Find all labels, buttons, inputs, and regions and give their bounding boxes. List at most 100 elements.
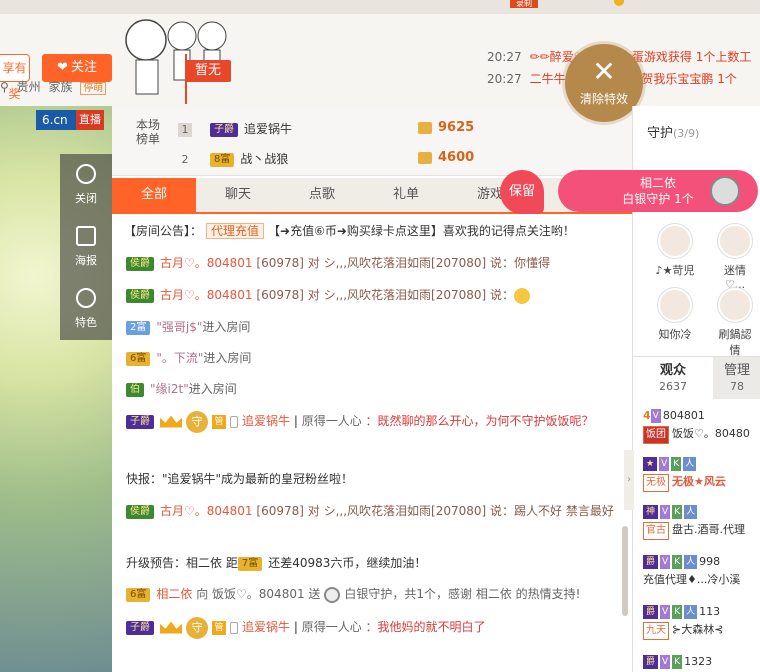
tab-song-request[interactable]: 点歌 [280,178,364,212]
audience-user[interactable]: 充值代理♦...冷小溪 [643,572,740,588]
audience-user[interactable]: 爵 V K 1323 [643,654,712,670]
announcement-text[interactable]: 【➜充值⑥币➜购买绿卡点这里】喜欢我的记得点关注哟！ [268,224,575,238]
chat-user[interactable]: 追爱锅牛 [242,620,290,634]
heart-icon: ❤ [57,60,68,75]
audience-user[interactable]: 爵 V K 人 113 [643,604,720,620]
guard-member[interactable]: ♪★苛児 [655,224,695,278]
chat-message: 伯 "缘i2t"进入房间 [126,378,626,400]
collapse-chevron-icon[interactable]: › [624,450,634,510]
audience-user[interactable]: 无极 无极★风云 [643,474,726,492]
silver-guard-banner[interactable]: 相二依 白银守护 1个 [558,170,758,212]
chat-text: 进入房间 [202,320,251,334]
user-badge: 侯爵 [126,288,154,303]
audience-user[interactable]: 官古 盘古.酒哥.代理 [643,522,745,540]
rank-name: 追爱锅牛 [244,122,293,136]
chat-user[interactable]: "。下流" [156,351,203,365]
gift-text: 白银守护，共1个，感谢 相二依 的热情支持! [344,587,581,601]
room-header: 享有奖 ❤ 关注 ⚲ 贵州 家族 停萌 暂无 20:27 ✏✏醉爱♡...玩砸金蛋游… [0,14,760,106]
upgrade-prefix: 升级预告：相二依 距 [126,556,238,570]
user-tag: 无极 [643,474,669,492]
tab-all[interactable]: 全部 [112,178,196,212]
agent-recharge-button[interactable]: 代理充值 [206,223,265,239]
audience-user[interactable]: 神VK人 [643,504,699,520]
gift-target: 向 饭饭♡。804801 送 [196,587,321,601]
user-badge: 子爵 [126,414,154,429]
chat-panel: 本场榜单 1 子爵 追爱锅牛 9625 2 8富 战丶战狼 4600 全部 聊天 点歌 … [112,106,632,672]
tab-chat[interactable]: 聊天 [196,178,280,212]
session-rank-list: 本场榜单 1 子爵 追爱锅牛 9625 2 8富 战丶战狼 4600 [112,106,632,176]
coin-icon [418,151,432,164]
vip-icon: V [660,555,671,569]
top-cut-label[interactable]: 录制 [510,0,538,8]
chat-user[interactable]: "缘i2t" [150,382,189,396]
vip-icon: V [659,457,670,471]
crown-icon [160,621,182,634]
audience-user[interactable]: 饭团 饭饭♡。80480 [643,426,750,444]
chat-user[interactable]: 追爱锅牛 [242,414,290,428]
user-tag: 九天 [643,622,669,640]
audience-user[interactable]: 爵 V K 人 998 [643,554,720,570]
k-icon: K [672,655,683,669]
effects-button[interactable]: 特色 [60,278,112,340]
silver-guard-icon [324,586,341,603]
chat-user[interactable]: 古月♡。804801 [160,256,253,270]
tab-admins[interactable]: 管理 78 [713,357,760,399]
vip-icon: V [660,505,671,519]
tab-gift-list[interactable]: 礼单 [364,178,448,212]
chat-target[interactable]: 原得一人心 [302,620,362,634]
close-video-button[interactable]: 关闭 [60,154,112,216]
chat-user[interactable]: 古月♡。804801 [160,288,253,302]
k-icon: K [672,605,683,619]
chat-message: 子爵守管追爱锅牛 | 原得一人心 ：既然聊的那么开心，为何不守护饭饭呢？ [126,410,626,433]
phone-icon [230,415,238,428]
coin-icon [418,121,432,134]
admin-count: 78 [730,380,744,393]
announcement-label: 【房间公告】： [124,224,203,238]
rank-amount-value: 9625 [438,120,475,135]
power-icon [76,164,96,184]
rank-row[interactable]: 1 子爵 追爱锅牛 9625 [178,120,618,146]
rank-position: 2 [181,153,189,166]
chat-scrollbar[interactable] [622,526,628,616]
brand-logo: 6.cn 直播 [36,110,104,130]
location-pin-icon: ⚲ [0,80,9,94]
guard-member[interactable]: 刷鍋認情 [715,288,755,358]
user-tag: 饭团 [643,426,669,444]
audience-count: 2637 [659,380,687,393]
chat-tabs: 全部 聊天 点歌 礼单 游戏 [112,178,632,214]
keep-button[interactable]: 保留 [500,170,544,214]
user-badge: 7富 [237,556,263,571]
guard-shield-icon: 守 [186,410,208,433]
chat-user[interactable]: 相二依 [156,587,192,601]
audience-user[interactable]: 九天 ⊱大森林⊰ [643,622,723,640]
user-name: ⊱大森林⊰ [672,623,724,636]
phone-icon [230,621,238,634]
chat-text: 进入房间 [203,351,252,365]
audience-user[interactable]: ★ V K 人 [643,456,698,472]
rank-badge: 子爵 [210,122,238,137]
crown-icon [160,415,182,428]
chat-text: 进入房间 [188,382,237,396]
guard-member[interactable]: 迷情♡... [715,224,755,291]
family-tag[interactable]: 停萌 [80,82,107,95]
upgrade-suffix: 还差40983六币，继续加油！ [268,556,427,570]
guard-count: (3/9) [673,127,700,140]
location-line: ⚲ 贵州 家族 停萌 [0,78,110,95]
k-icon: K [672,555,683,569]
poster-button[interactable]: 海报 [60,216,112,278]
chat-user[interactable]: "强哥j$" [156,320,202,334]
person-icon: 人 [684,505,698,519]
audience-user[interactable]: 4 V 804801 [643,408,705,424]
video-player[interactable]: 6.cn 直播 关闭 海报 特色 [0,106,112,672]
rank-row[interactable]: 2 8富 战丶战狼 4600 [178,150,618,176]
chat-user[interactable]: 古月♡。804801 [160,504,253,518]
person-icon: 人 [683,457,697,471]
rank-name: 战丶战狼 [240,152,289,166]
brand-text: 6.cn [42,113,68,127]
rank-badge: 8富 [210,152,235,167]
tab-audience[interactable]: 观众 2637 [633,357,713,399]
side-item-label: 海报 [75,254,97,267]
k-icon: K [672,505,683,519]
chat-target[interactable]: 原得一人心 [302,414,362,428]
guard-member[interactable]: 知你冷 [655,288,695,342]
